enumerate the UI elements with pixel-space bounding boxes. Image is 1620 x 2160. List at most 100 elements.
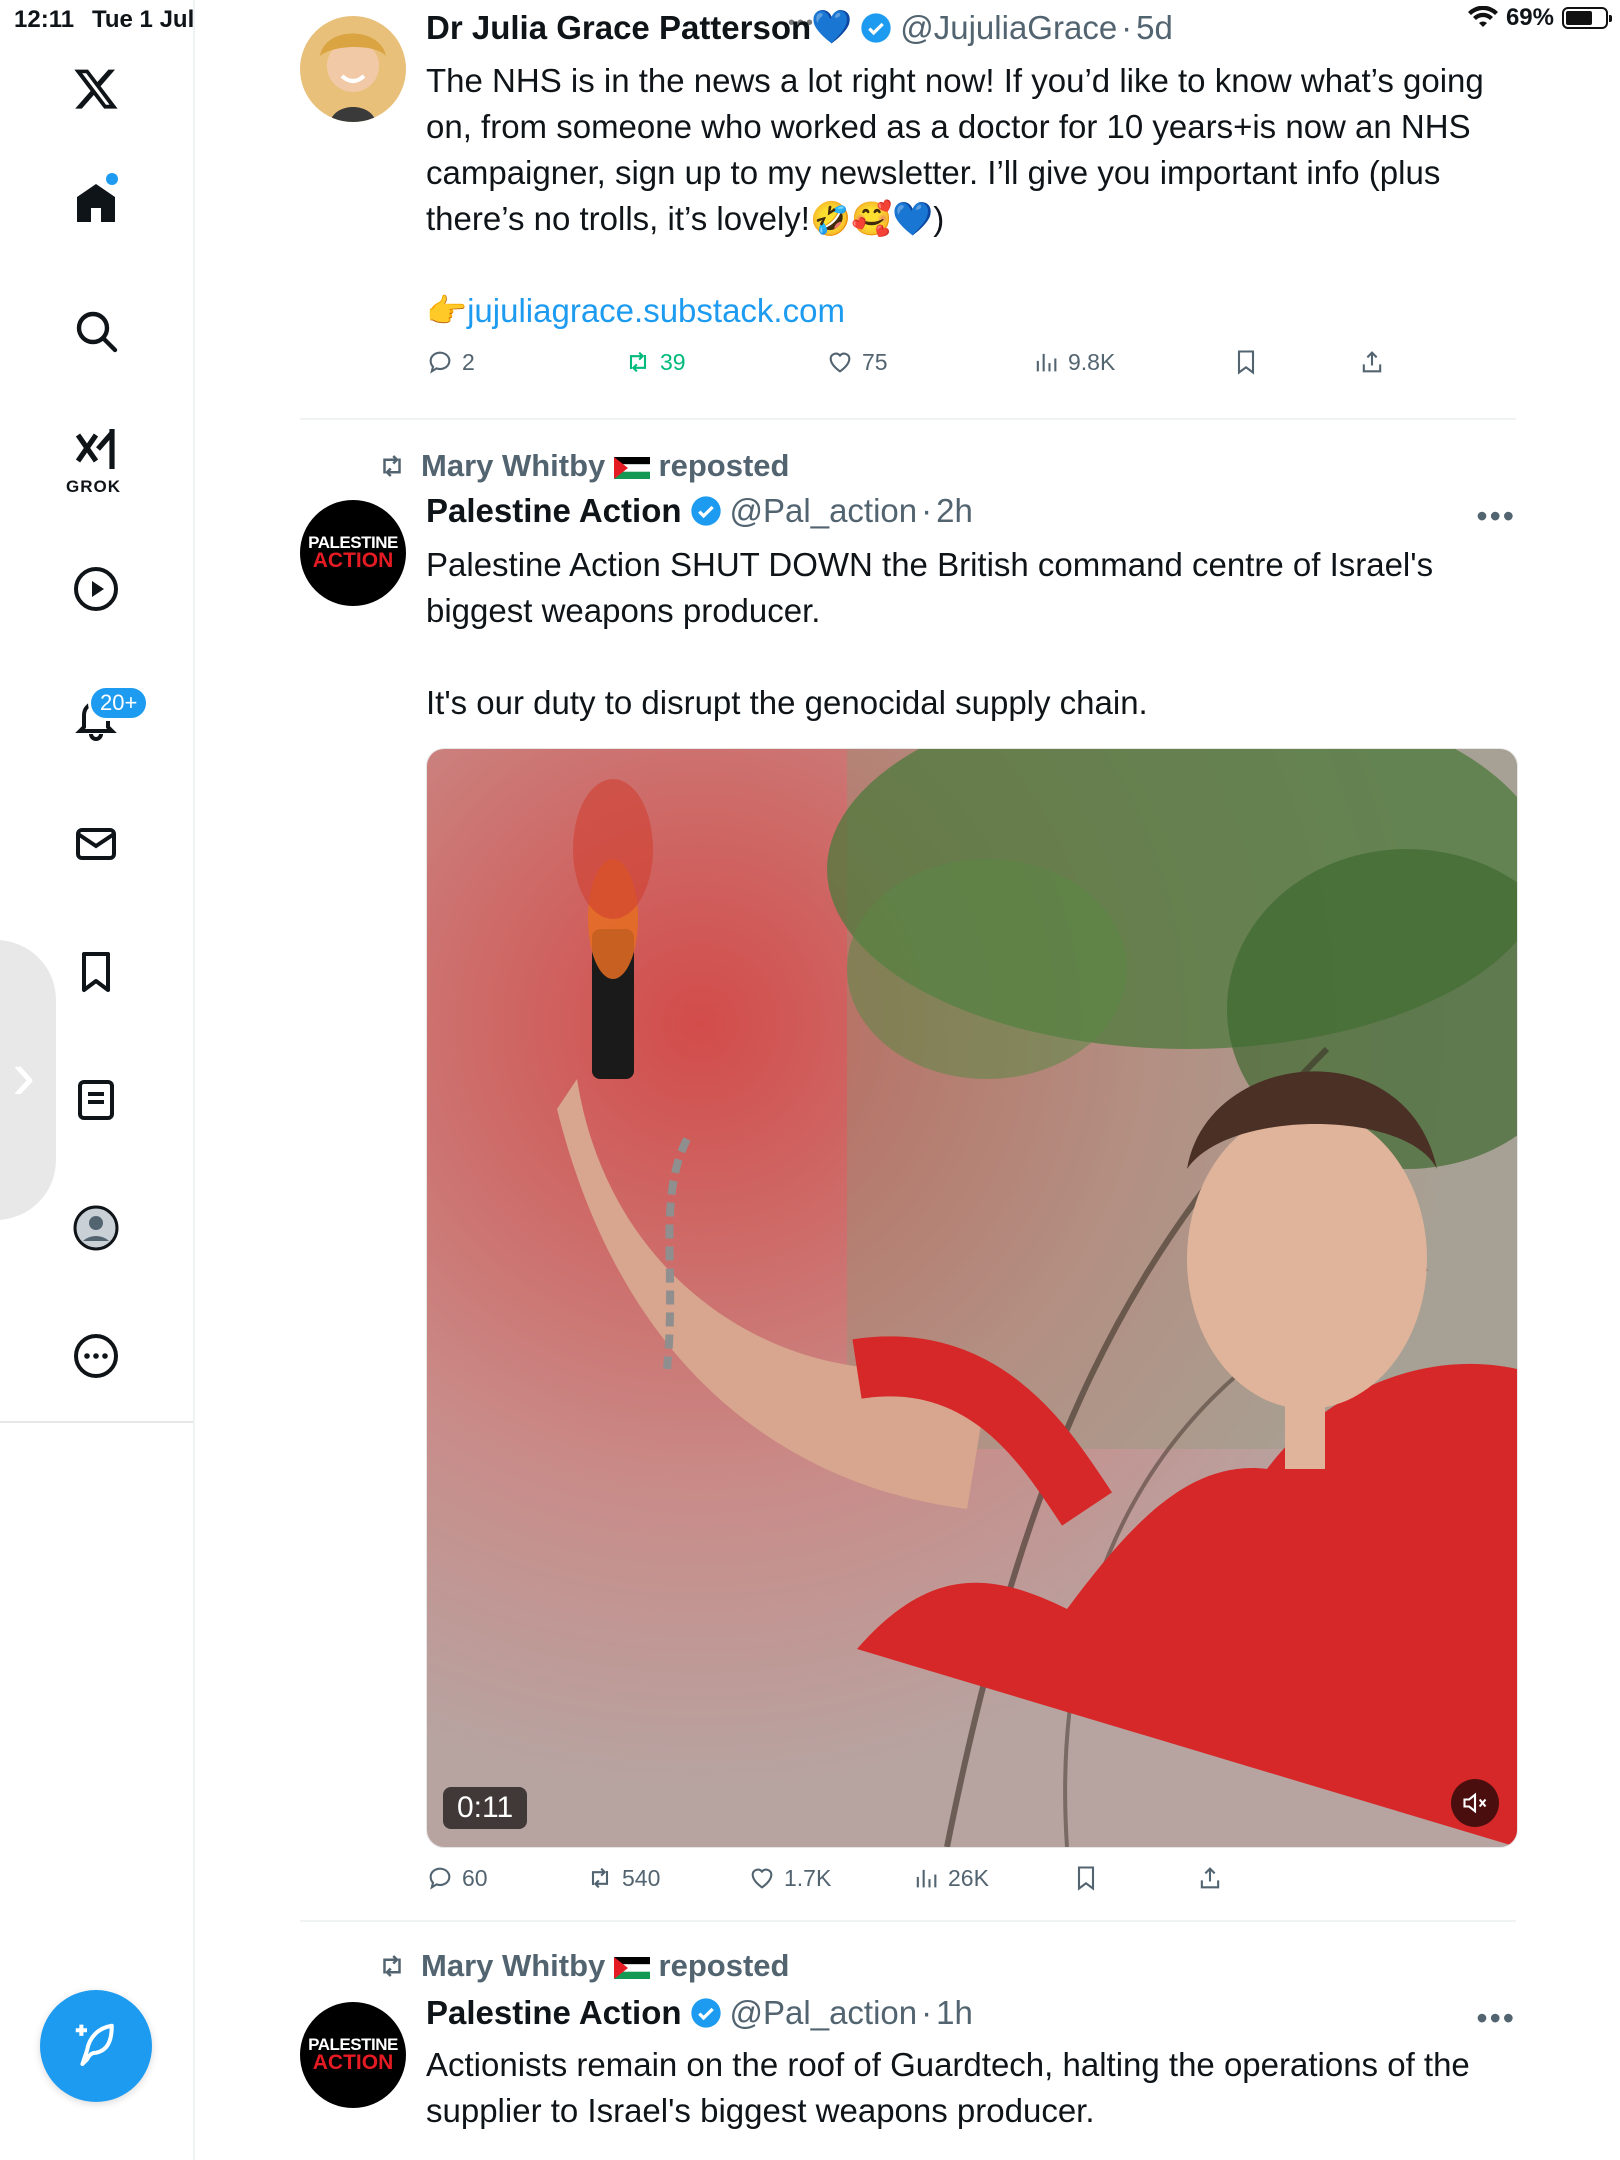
bookmark-icon xyxy=(1077,1866,1095,1891)
reply-count: 2 xyxy=(462,348,475,375)
repost-icon xyxy=(591,1867,609,1889)
dot-separator: · xyxy=(921,1994,933,2031)
bookmarks-icon[interactable] xyxy=(55,931,137,1013)
heart-icon xyxy=(829,352,851,373)
author-avatar[interactable]: PALESTINE ACTION xyxy=(300,2002,406,2108)
author-emoji: 💙 xyxy=(811,8,853,45)
views-count: 9.8K xyxy=(1068,348,1116,375)
views-count: 26K xyxy=(948,1864,989,1891)
author-handle[interactable]: @Pal_action xyxy=(730,1994,918,2032)
palestine-flag-icon xyxy=(613,456,650,479)
heart-icon xyxy=(751,1868,773,1889)
like-button[interactable]: 75 xyxy=(826,348,888,376)
reply-icon xyxy=(429,1867,451,1890)
repost-count: 39 xyxy=(660,348,686,375)
more-options-icon[interactable]: ••• xyxy=(1476,2000,1516,2037)
repost-button[interactable]: 540 xyxy=(586,1864,660,1892)
post-text: Palestine Action SHUT DOWN the British c… xyxy=(426,546,1434,721)
reposter-name[interactable]: Mary Whitby xyxy=(421,448,605,483)
like-count: 1.7K xyxy=(784,1864,832,1891)
chevron-right-icon: › xyxy=(12,1036,36,1114)
compose-feather-icon xyxy=(75,2023,114,2067)
verified-badge-icon xyxy=(690,496,721,526)
bookmark-button[interactable] xyxy=(1232,348,1260,376)
post-divider xyxy=(300,1920,1516,1922)
mute-toggle-button[interactable] xyxy=(1451,1779,1499,1827)
bookmark-button[interactable] xyxy=(1072,1864,1100,1892)
post-header: Palestine Action @Pal_action · 2h xyxy=(426,492,973,530)
post-time[interactable]: 2h xyxy=(936,492,973,530)
dot-separator: · xyxy=(921,492,933,529)
video-thumbnail xyxy=(427,749,1517,1847)
repost-count: 540 xyxy=(622,1864,661,1891)
reply-button[interactable]: 2 xyxy=(426,348,475,376)
post-text: The NHS is in the news a lot right now! … xyxy=(426,62,1493,237)
profile-avatar-icon[interactable] xyxy=(55,1187,137,1269)
post-header: Dr Julia Grace Patterson 💙 @JujuliaGrace… xyxy=(426,8,1173,47)
post-actions: 60 540 1.7K 26K xyxy=(426,1864,1476,1904)
slide-over-handle[interactable]: › xyxy=(0,940,56,1220)
video-play-icon[interactable] xyxy=(55,548,137,630)
post-text: Actionists remain on the roof of Guardte… xyxy=(426,2046,1479,2129)
lists-icon[interactable] xyxy=(55,1059,137,1141)
sidebar-divider xyxy=(0,1421,193,1423)
repost-context: Mary Whitby reposted xyxy=(377,448,789,484)
search-icon[interactable] xyxy=(55,290,137,372)
views-chart-icon xyxy=(1036,353,1057,372)
post-divider xyxy=(300,418,1516,420)
share-button[interactable] xyxy=(1358,348,1386,376)
more-options-icon[interactable]: ••• xyxy=(1476,498,1516,535)
share-icon xyxy=(1362,351,1382,373)
dot-separator: · xyxy=(1121,8,1133,46)
video-duration: 0:11 xyxy=(443,1787,528,1829)
palestine-flag-icon xyxy=(613,1956,650,1979)
notifications-badge: 20+ xyxy=(88,685,150,721)
reposted-label: reposted xyxy=(658,1948,790,1983)
reply-icon xyxy=(429,351,451,374)
post-header: Palestine Action @Pal_action · 1h xyxy=(426,1994,973,2032)
post-actions: 2 39 75 9.8K xyxy=(426,348,1476,388)
sidebar: GROK 20+ › xyxy=(0,0,195,2160)
author-name[interactable]: Dr Julia Grace Patterson xyxy=(426,9,811,47)
grok-label: GROK xyxy=(66,477,121,496)
speaker-muted-icon xyxy=(1463,1792,1487,1814)
x-logo-icon[interactable] xyxy=(55,48,137,130)
more-options-icon[interactable] xyxy=(55,1315,137,1397)
share-button[interactable] xyxy=(1196,1864,1224,1892)
repost-button[interactable]: 39 xyxy=(624,348,686,376)
home-icon[interactable] xyxy=(55,162,137,244)
author-handle[interactable]: @Pal_action xyxy=(730,492,918,530)
status-right: 69% xyxy=(1467,4,1612,32)
author-name[interactable]: Palestine Action xyxy=(426,1994,682,2032)
post-link[interactable]: jujuliagrace.substack.com xyxy=(467,292,845,329)
bookmark-icon xyxy=(1237,350,1255,375)
repost-icon xyxy=(629,351,647,373)
post-time[interactable]: 1h xyxy=(936,1994,973,2032)
battery-percent: 69% xyxy=(1505,4,1554,31)
like-button[interactable]: 1.7K xyxy=(748,1864,831,1892)
repost-context: Mary Whitby reposted xyxy=(377,1948,789,1984)
reply-button[interactable]: 60 xyxy=(426,1864,488,1892)
author-avatar[interactable]: PALESTINE ACTION xyxy=(300,500,406,606)
battery-icon xyxy=(1562,7,1612,29)
compose-post-button[interactable] xyxy=(40,1990,152,2102)
home-unread-dot xyxy=(106,173,118,185)
post-time[interactable]: 5d xyxy=(1136,9,1173,47)
author-name[interactable]: Palestine Action xyxy=(426,492,682,530)
views-button[interactable]: 26K xyxy=(912,1864,989,1892)
wifi-icon xyxy=(1467,6,1498,27)
reposter-name[interactable]: Mary Whitby xyxy=(421,1948,605,1983)
like-count: 75 xyxy=(862,348,888,375)
verified-badge-icon xyxy=(690,1998,721,2028)
pointing-hand-emoji: 👉 xyxy=(426,292,468,329)
logo-text-action: ACTION xyxy=(312,549,394,572)
views-button[interactable]: 9.8K xyxy=(1032,348,1115,376)
reply-count: 60 xyxy=(462,1864,488,1891)
author-avatar[interactable] xyxy=(300,16,406,122)
views-chart-icon xyxy=(916,1869,937,1888)
repost-context-icon xyxy=(383,1955,401,1977)
post-link-line: 👉jujuliagrace.substack.com xyxy=(426,288,1516,334)
video-player[interactable]: 0:11 xyxy=(426,748,1518,1848)
author-handle[interactable]: @JujuliaGrace xyxy=(900,9,1117,47)
messages-envelope-icon[interactable] xyxy=(55,803,137,885)
